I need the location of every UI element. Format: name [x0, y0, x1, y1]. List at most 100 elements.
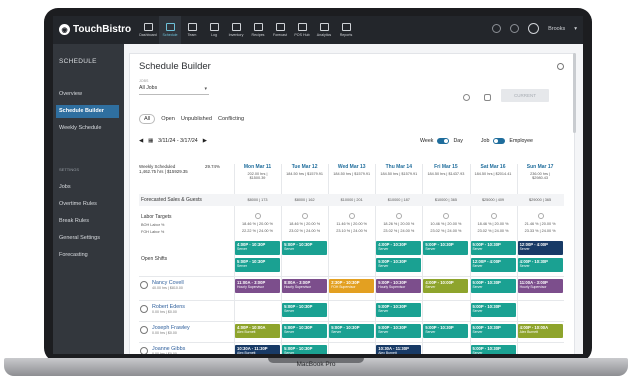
shift-block[interactable]: 4:00P - 10:00P Server: [423, 279, 469, 293]
sidebar-item-weekly-schedule[interactable]: Weekly Schedule: [56, 122, 119, 135]
shift-block[interactable]: 5:00P - 10:30P Server: [282, 324, 328, 338]
nav-item-analytics[interactable]: Analytics: [313, 16, 335, 44]
nav-schedule-icon: [165, 23, 175, 31]
forecast-value: $25000 | 409: [481, 198, 505, 202]
shift-role: Server: [331, 330, 342, 334]
shift-block[interactable]: 8:00A - 3:00P Hourly Supervisor: [282, 279, 328, 293]
user-avatar-icon[interactable]: [528, 23, 540, 34]
employee-name[interactable]: Joanne Gibbs 0.00 hrs | $0.00: [152, 346, 185, 354]
shift-block[interactable]: 5:00P - 10:30P Server: [470, 241, 516, 255]
employee-hours: 0.00 hrs | $0.00: [152, 331, 177, 335]
shift-block[interactable]: 5:00P - 10:30P Server: [470, 279, 516, 293]
shift-block[interactable]: 10:30A - 11:30P Alex Burnett: [376, 345, 422, 354]
shift-role: Server: [425, 285, 436, 289]
shift-block[interactable]: 5:00P - 10:30P Server: [470, 345, 516, 354]
employee-name[interactable]: Nancy Covell 40.00 hrs | $810.00: [152, 280, 184, 290]
shift-block[interactable]: 5:00P - 10:30P Server: [235, 258, 280, 272]
employee-row-divider: [139, 300, 564, 301]
day-header: Sat Mar 16 184.50 hrs | $2014.41: [470, 164, 517, 189]
shift-block[interactable]: 2:30P - 10:30P FOH Supervisor: [329, 279, 375, 293]
sidebar-item-break-rules[interactable]: Break Rules: [56, 215, 119, 228]
search-icon[interactable]: [557, 63, 564, 70]
shift-block[interactable]: 5:00P - 10:30P Server: [376, 258, 422, 272]
nav-item-label: Schedule: [162, 33, 178, 37]
shift-role: Server: [425, 330, 436, 334]
shift-block[interactable]: 5:00P - 10:30P Server: [282, 241, 328, 255]
shift-block[interactable]: 5:00P - 10:30P Server: [329, 324, 375, 338]
shift-block[interactable]: 5:00P - 10:30P Server: [470, 303, 516, 317]
shift-block[interactable]: 12:00P - 4:00P Server: [470, 258, 516, 272]
shift-block[interactable]: 5:00P - 10:30P Server: [282, 345, 328, 354]
sidebar-item-forecasting[interactable]: Forecasting: [56, 249, 119, 262]
info-icon: [255, 213, 261, 219]
filter-conflicting[interactable]: Conflicting: [218, 116, 244, 122]
shift-role: Hourly Supervisor: [378, 285, 406, 289]
nav-item-inventory[interactable]: Inventory: [225, 16, 247, 44]
shift-block[interactable]: 4:00P - 10:30P Server: [376, 241, 422, 255]
nav-item-label: Recipes: [251, 33, 265, 37]
settings-gear-icon[interactable]: [463, 94, 470, 101]
employee-name[interactable]: Joseph Frawley 0.00 hrs | $0.00: [152, 325, 190, 335]
nav-item-team[interactable]: Team: [181, 16, 203, 44]
nav-item-pos-hub[interactable]: POS Hub: [291, 16, 313, 44]
shift-block[interactable]: 4:00P - 10:00A Alex Burnett: [235, 324, 280, 338]
current-button[interactable]: CURRENT: [501, 89, 549, 102]
prev-week-icon[interactable]: ◀: [139, 138, 143, 144]
shift-block[interactable]: 5:00P - 10:30P Server: [470, 324, 516, 338]
day-amount: $1500.39: [249, 176, 266, 180]
shift-role: Alex Burnett: [237, 351, 256, 354]
vertical-scrollbar[interactable]: [573, 53, 576, 133]
filter-unpublished[interactable]: Unpublished: [181, 116, 212, 122]
shift-block[interactable]: 4:00P - 10:30P Server: [235, 241, 280, 255]
filter-all[interactable]: All: [139, 114, 156, 124]
jobs-select[interactable]: All Jobs ▾: [139, 85, 209, 95]
shift-block[interactable]: 12:00P - 4:00P Server: [517, 241, 563, 255]
view-job-label: Job: [480, 138, 490, 144]
shift-block[interactable]: 5:00P - 10:30P Server: [376, 303, 422, 317]
user-name[interactable]: Brooks: [548, 26, 565, 32]
shift-role: Server: [284, 309, 295, 313]
filter-open[interactable]: Open: [161, 116, 175, 122]
jobs-select-value: All Jobs: [139, 85, 158, 91]
chevron-down-icon[interactable]: ▾: [574, 26, 577, 32]
sidebar-item-overview[interactable]: Overview: [56, 88, 119, 101]
shift-block[interactable]: 5:00P - 10:30P Server: [423, 241, 469, 255]
nav-item-reports[interactable]: Reports: [335, 16, 357, 44]
settings-section-label: SETTINGS: [59, 167, 80, 172]
nav-item-schedule[interactable]: Schedule: [159, 16, 181, 44]
shift-block[interactable]: 11:00A - 3:00P Hourly Supervisor: [235, 279, 280, 293]
forecast-value: $10000 | 365: [434, 198, 457, 202]
employee-name[interactable]: Robert Edens 0.00 hrs | $0.00: [152, 304, 185, 314]
app-logo[interactable]: ◉ TouchBistro: [59, 24, 131, 35]
shift-block[interactable]: 4:00P - 10:00A Alex Burnett: [517, 324, 563, 338]
day-hours: 184.50 hrs | $1579.91: [286, 172, 324, 176]
nav-item-recipes[interactable]: Recipes: [247, 16, 269, 44]
shift-block[interactable]: 11:00A - 3:00P Hourly Supervisor: [517, 279, 563, 293]
nav-item-dashboard[interactable]: Dashboard: [137, 16, 159, 44]
shift-block[interactable]: 5:00P - 10:30P Server: [423, 324, 469, 338]
sidebar-item-jobs[interactable]: Jobs: [56, 181, 119, 194]
nav-inventory-icon: [231, 23, 241, 31]
info-icon: [396, 213, 403, 219]
day-name: Thu Mar 14: [385, 164, 412, 170]
main-nav: Dashboard Schedule Team Log Inventory Recipes…: [137, 16, 357, 44]
shift-role: Server: [425, 247, 436, 251]
sidebar-item-overtime-rules[interactable]: Overtime Rules: [56, 198, 119, 211]
job-employee-toggle[interactable]: [493, 138, 506, 144]
week-day-toggle[interactable]: [437, 138, 450, 144]
calendar-icon[interactable]: ▦: [148, 138, 153, 144]
next-week-icon[interactable]: ▶: [203, 138, 207, 144]
sidebar-item-general-settings[interactable]: General Settings: [56, 232, 119, 245]
shift-block[interactable]: 4:00P - 10:30P Server: [517, 258, 563, 272]
settings-icon[interactable]: [492, 24, 502, 33]
shift-block[interactable]: 5:00P - 10:30P Server: [282, 303, 328, 317]
shift-block[interactable]: 5:00P - 10:30P Server: [376, 324, 422, 338]
help-icon[interactable]: [510, 24, 520, 33]
nav-item-forecast[interactable]: Forecast: [269, 16, 291, 44]
page-title: Schedule Builder: [139, 61, 211, 72]
print-icon[interactable]: [484, 94, 491, 101]
shift-block[interactable]: 5:00P - 10:30P Hourly Supervisor: [376, 279, 422, 293]
shift-block[interactable]: 10:30A - 11:30P Alex Burnett: [235, 345, 280, 354]
nav-item-log[interactable]: Log: [203, 16, 225, 44]
sidebar-item-schedule-builder[interactable]: Schedule Builder: [56, 105, 119, 118]
